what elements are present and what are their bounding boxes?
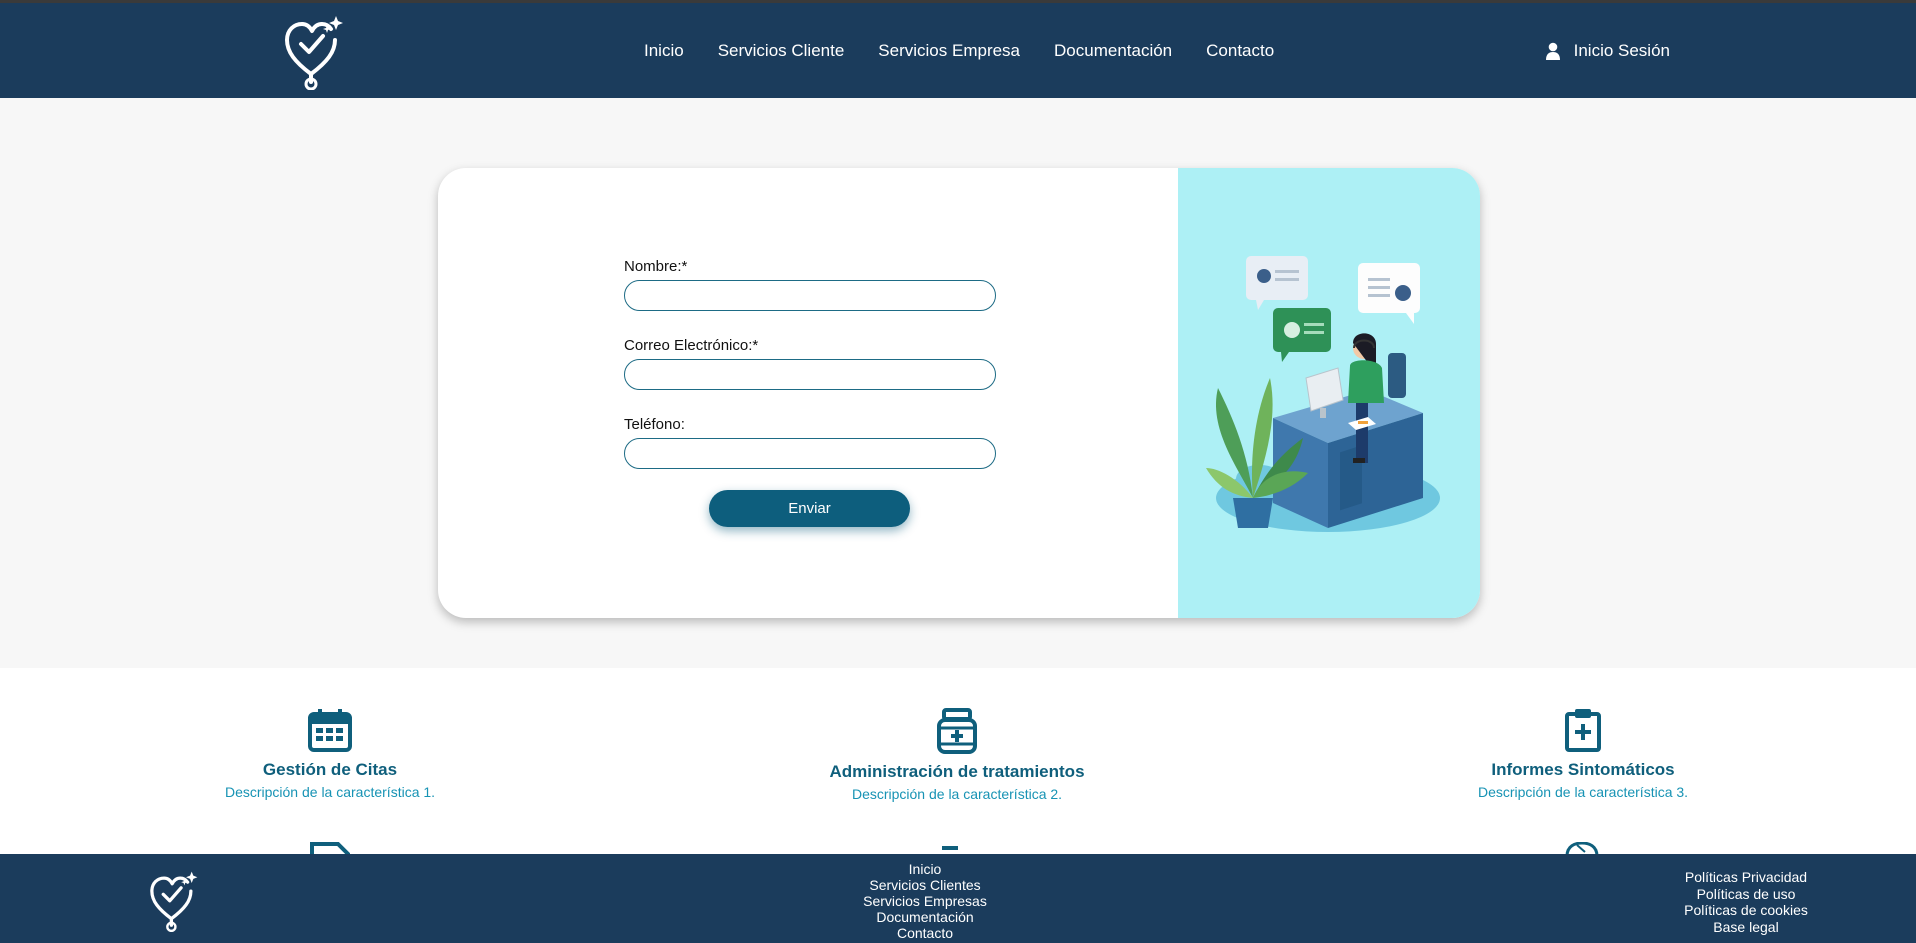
nav-contacto[interactable]: Contacto <box>1206 41 1274 61</box>
feature-description: Descripción de la característica 1. <box>224 784 436 800</box>
login-link[interactable]: Inicio Sesión <box>1545 3 1670 98</box>
nav-inicio[interactable]: Inicio <box>644 41 684 61</box>
name-input[interactable] <box>624 280 996 311</box>
contact-card: Nombre:* Correo Electrónico:* Teléfono: … <box>438 168 1480 618</box>
nav-servicios-cliente[interactable]: Servicios Cliente <box>718 41 845 61</box>
feature-title: Gestión de Citas <box>262 760 398 779</box>
feature-title: Informes Sintomáticos <box>1491 760 1675 779</box>
footer-link-uso[interactable]: Políticas de uso <box>1656 886 1836 903</box>
footer-link-privacidad[interactable]: Políticas Privacidad <box>1656 869 1836 886</box>
footer-link-base-legal[interactable]: Base legal <box>1656 919 1836 936</box>
features-section: Gestión de Citas Descripción de la carac… <box>0 668 1916 856</box>
main-nav: Inicio Servicios Cliente Servicios Empre… <box>628 3 1292 98</box>
site-header: Inicio Servicios Cliente Servicios Empre… <box>0 3 1916 98</box>
footer-link-contacto[interactable]: Contacto <box>825 925 1025 941</box>
support-illustration <box>1178 168 1480 618</box>
feature-description: Descripción de la característica 3. <box>1477 784 1689 800</box>
submit-button[interactable]: Enviar <box>709 490 910 527</box>
partial-icon <box>942 846 958 850</box>
email-input[interactable] <box>624 359 996 390</box>
user-icon <box>1545 42 1560 60</box>
footer-link-documentacion[interactable]: Documentación <box>825 909 1025 925</box>
nav-documentacion[interactable]: Documentación <box>1054 41 1172 61</box>
footer-nav: Inicio Servicios Clientes Servicios Empr… <box>825 861 1025 941</box>
phone-label: Teléfono: <box>624 416 685 433</box>
feature-tratamientos: Administración de tratamientos Descripci… <box>757 708 1157 802</box>
site-footer: Inicio Servicios Clientes Servicios Empr… <box>0 854 1916 943</box>
footer-link-servicios-clientes[interactable]: Servicios Clientes <box>825 877 1025 893</box>
feature-informes: Informes Sintomáticos Descripción de la … <box>1383 708 1783 800</box>
email-label: Correo Electrónico:* <box>624 337 759 354</box>
clipboard-medical-icon <box>1565 709 1601 752</box>
nav-servicios-empresa[interactable]: Servicios Empresa <box>878 41 1020 61</box>
calendar-icon <box>308 709 352 752</box>
name-label: Nombre:* <box>624 258 688 275</box>
feature-title: Administración de tratamientos <box>829 762 1085 781</box>
footer-legal: Políticas Privacidad Políticas de uso Po… <box>1656 869 1836 935</box>
footer-link-servicios-empresas[interactable]: Servicios Empresas <box>825 893 1025 909</box>
contact-form: Nombre:* Correo Electrónico:* Teléfono: … <box>624 258 996 527</box>
phone-input[interactable] <box>624 438 996 469</box>
feature-description: Descripción de la característica 2. <box>851 786 1063 802</box>
footer-link-inicio[interactable]: Inicio <box>825 861 1025 877</box>
feature-citas: Gestión de Citas Descripción de la carac… <box>130 708 530 800</box>
medicine-jar-icon <box>937 708 977 754</box>
heart-logo-icon[interactable] <box>281 12 345 90</box>
login-label: Inicio Sesión <box>1573 40 1670 60</box>
heart-logo-icon[interactable] <box>147 868 199 932</box>
receptionist-illustration <box>1206 256 1440 532</box>
footer-link-cookies[interactable]: Políticas de cookies <box>1656 902 1836 919</box>
